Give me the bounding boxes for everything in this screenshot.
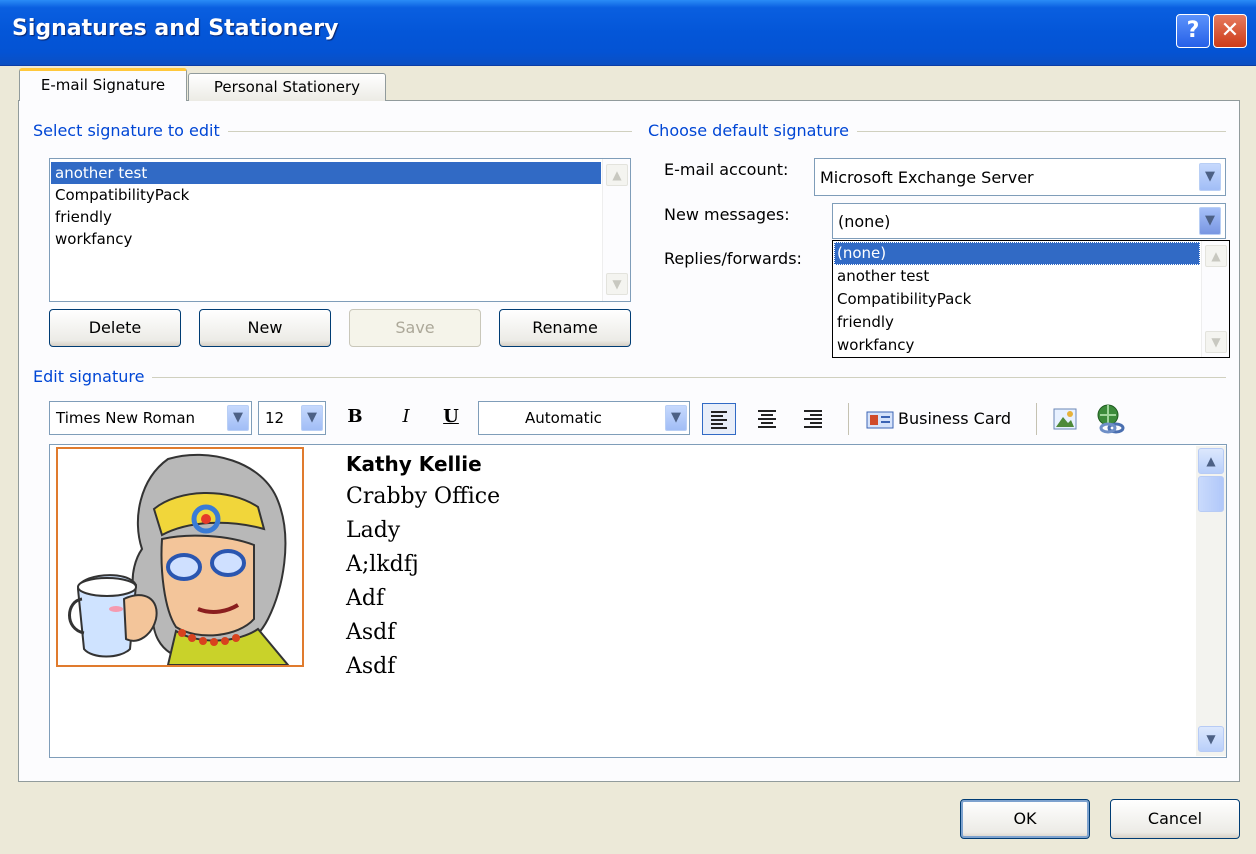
new-messages-select[interactable]: (none) ▼ bbox=[832, 203, 1226, 239]
hyperlink-icon bbox=[1097, 404, 1125, 434]
signature-listbox[interactable]: another test CompatibilityPack friendly … bbox=[49, 158, 631, 302]
signature-text-line: Asdf bbox=[346, 654, 396, 679]
dropdown-option-compatibilitypack[interactable]: CompatibilityPack bbox=[834, 288, 1200, 311]
font-size-select[interactable]: 12 ▼ bbox=[258, 401, 326, 435]
scroll-up-icon[interactable]: ▲ bbox=[606, 164, 628, 186]
signature-text-line: Adf bbox=[346, 586, 385, 611]
align-right-icon bbox=[804, 410, 822, 428]
rename-button[interactable]: Rename bbox=[499, 309, 631, 347]
align-right-button[interactable] bbox=[798, 404, 828, 434]
align-center-button[interactable] bbox=[752, 404, 782, 434]
bold-button[interactable]: B bbox=[344, 406, 366, 427]
window-title: Signatures and Stationery bbox=[12, 16, 339, 41]
insert-picture-icon bbox=[1053, 408, 1077, 430]
signature-image[interactable] bbox=[56, 447, 304, 667]
signature-text-line: Asdf bbox=[346, 620, 396, 645]
font-name-select[interactable]: Times New Roman ▼ bbox=[49, 401, 252, 435]
dropdown-option-another-test[interactable]: another test bbox=[834, 265, 1200, 288]
save-button[interactable]: Save bbox=[349, 309, 481, 347]
align-left-icon bbox=[711, 411, 727, 429]
crabby-lady-image bbox=[68, 453, 291, 666]
signature-list-item-friendly[interactable]: friendly bbox=[51, 206, 601, 228]
signature-list-item-workfancy[interactable]: workfancy bbox=[51, 228, 601, 250]
insert-hyperlink-button[interactable] bbox=[1094, 402, 1128, 436]
tab-email-signature[interactable]: E-mail Signature bbox=[19, 68, 187, 101]
dropdown-option-friendly[interactable]: friendly bbox=[834, 311, 1200, 334]
tab-personal-stationery[interactable]: Personal Stationery bbox=[188, 73, 386, 101]
signature-name-line: Kathy Kellie bbox=[346, 452, 482, 476]
dropdown-option-workfancy[interactable]: workfancy bbox=[834, 334, 1200, 357]
signature-list-item-compatibilitypack[interactable]: CompatibilityPack bbox=[51, 184, 601, 206]
email-account-label: E-mail account: bbox=[664, 160, 789, 179]
font-size-value: 12 bbox=[265, 409, 285, 427]
new-button[interactable]: New bbox=[199, 309, 331, 347]
select-signature-group-label: Select signature to edit bbox=[33, 121, 228, 140]
edit-signature-group-label: Edit signature bbox=[33, 367, 153, 386]
dropdown-scrollbar[interactable]: ▲ ▼ bbox=[1201, 241, 1229, 357]
scroll-down-icon[interactable]: ▼ bbox=[1198, 726, 1224, 752]
editor-scrollbar[interactable]: ▲ ▼ bbox=[1196, 446, 1226, 756]
chevron-down-icon[interactable]: ▼ bbox=[665, 405, 687, 431]
group-divider bbox=[40, 377, 1226, 378]
font-color-select[interactable]: Automatic ▼ bbox=[478, 401, 690, 435]
italic-button[interactable]: I bbox=[395, 406, 417, 427]
toolbar-separator bbox=[848, 403, 849, 435]
chevron-down-icon[interactable]: ▼ bbox=[1199, 207, 1221, 235]
chevron-down-icon[interactable]: ▼ bbox=[301, 405, 323, 431]
close-button[interactable]: ✕ bbox=[1213, 14, 1247, 48]
font-name-value: Times New Roman bbox=[56, 409, 196, 427]
toolbar-separator bbox=[1036, 403, 1037, 435]
ok-button[interactable]: OK bbox=[960, 799, 1090, 839]
scroll-down-icon[interactable]: ▼ bbox=[606, 273, 628, 295]
help-button[interactable]: ? bbox=[1176, 14, 1210, 48]
signature-text-line: A;lkdfj bbox=[346, 552, 419, 577]
underline-button[interactable]: U bbox=[440, 406, 462, 427]
cancel-button[interactable]: Cancel bbox=[1110, 799, 1240, 839]
business-card-button[interactable]: Business Card bbox=[862, 403, 1028, 435]
signature-text-line: Crabby Office bbox=[346, 484, 501, 509]
dropdown-option-none[interactable]: (none) bbox=[834, 242, 1200, 265]
new-messages-dropdown-list[interactable]: (none) another test CompatibilityPack fr… bbox=[832, 240, 1230, 358]
listbox-scrollbar[interactable]: ▲ ▼ bbox=[602, 159, 630, 301]
new-messages-label: New messages: bbox=[664, 205, 790, 224]
scroll-up-icon[interactable]: ▲ bbox=[1198, 448, 1224, 474]
delete-button[interactable]: Delete bbox=[49, 309, 181, 347]
business-card-label: Business Card bbox=[898, 409, 1012, 428]
scroll-up-icon[interactable]: ▲ bbox=[1205, 245, 1227, 267]
scroll-down-icon[interactable]: ▼ bbox=[1205, 331, 1227, 353]
email-account-value: Microsoft Exchange Server bbox=[820, 168, 1034, 187]
insert-picture-button[interactable] bbox=[1050, 404, 1080, 434]
replies-forwards-label: Replies/forwards: bbox=[664, 249, 802, 268]
align-left-button[interactable] bbox=[702, 403, 736, 435]
default-signature-group-label: Choose default signature bbox=[648, 121, 857, 140]
signature-list-item-another-test[interactable]: another test bbox=[51, 162, 601, 184]
chevron-down-icon[interactable]: ▼ bbox=[1199, 163, 1221, 191]
new-messages-value: (none) bbox=[838, 212, 891, 231]
font-color-value: Automatic bbox=[525, 409, 602, 427]
signature-text-line: Lady bbox=[346, 518, 401, 543]
chevron-down-icon[interactable]: ▼ bbox=[227, 405, 249, 431]
scroll-thumb[interactable] bbox=[1198, 476, 1224, 512]
align-center-icon bbox=[758, 410, 776, 428]
email-account-select[interactable]: Microsoft Exchange Server ▼ bbox=[814, 158, 1226, 196]
business-card-icon bbox=[866, 411, 894, 429]
